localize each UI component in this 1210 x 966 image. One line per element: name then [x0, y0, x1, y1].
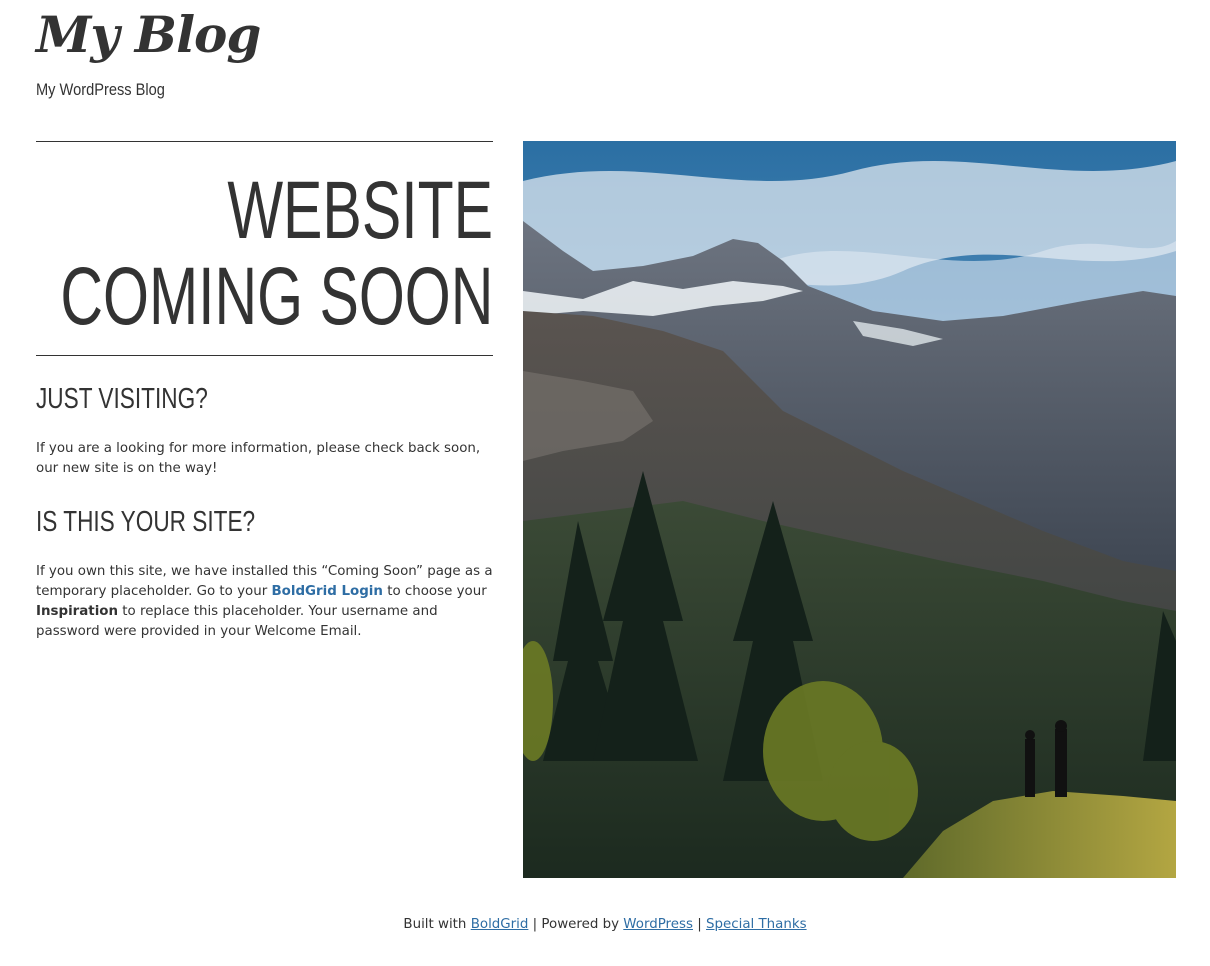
footer-wordpress-link[interactable]: WordPress [623, 917, 693, 932]
site-title-link[interactable]: My Blog [36, 2, 261, 68]
page: My Blog My WordPress Blog WEBSITE COMING… [0, 0, 1210, 966]
footer-built-with: Built with [403, 917, 471, 932]
bottom-divider [36, 355, 493, 356]
mountain-landscape-photo [523, 141, 1176, 878]
footer-boldgrid-link[interactable]: BoldGrid [471, 917, 529, 932]
hero-heading-line-1: WEBSITE [227, 165, 493, 256]
mountain-landscape-illustration [523, 141, 1176, 878]
hero-heading-line-2: COMING SOON [60, 251, 493, 342]
site-footer: Built with BoldGrid | Powered by WordPre… [0, 915, 1210, 935]
inspiration-label: Inspiration [36, 604, 119, 619]
footer-separator-2: | [692, 917, 706, 932]
just-visiting-text: If you are a looking for more informatio… [36, 441, 481, 476]
is-this-your-site-heading: IS THIS YOUR SITE? [36, 506, 256, 538]
just-visiting-heading: JUST VISITING? [36, 383, 208, 415]
is-this-your-site-text: If you own this site, we have installed … [36, 562, 498, 642]
coming-soon-column: WEBSITE COMING SOON JUST VISITING? If yo… [36, 141, 493, 639]
footer-separator-1: | Powered by [528, 917, 624, 932]
boldgrid-login-link[interactable]: BoldGrid Login [271, 584, 382, 599]
site-tagline: My WordPress Blog [36, 80, 165, 99]
owner-text-part-2: to choose your [382, 584, 487, 599]
footer-special-thanks-link[interactable]: Special Thanks [706, 917, 807, 932]
hero-heading: WEBSITE COMING SOON [36, 142, 493, 355]
